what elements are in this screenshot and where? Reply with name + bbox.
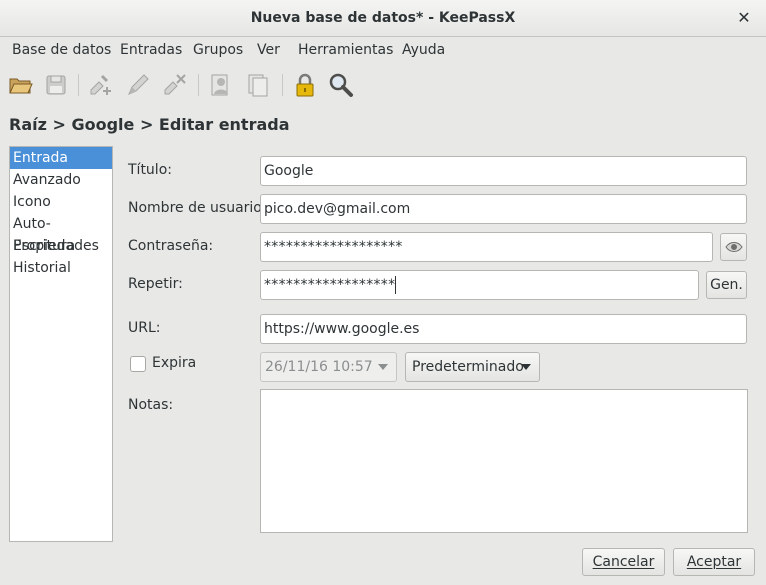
- edit-entry-icon[interactable]: [126, 72, 152, 98]
- menu-ayuda[interactable]: Ayuda: [402, 42, 445, 58]
- cancel-button[interactable]: Cancelar: [582, 548, 665, 576]
- title-label: Título:: [128, 162, 172, 178]
- sidebar-item-historial[interactable]: Historial: [10, 257, 112, 279]
- add-entry-icon[interactable]: [88, 72, 114, 98]
- expiry-preset-label: Predeterminado: [412, 359, 524, 375]
- toolbar-separator: [78, 74, 79, 96]
- menu-herramientas[interactable]: Herramientas: [298, 42, 393, 58]
- chevron-down-icon: [521, 364, 531, 370]
- eye-icon: [724, 242, 743, 252]
- open-folder-icon[interactable]: [8, 72, 34, 98]
- toggle-password-button[interactable]: [720, 233, 747, 261]
- accept-button[interactable]: Aceptar: [673, 548, 755, 576]
- window-title: Nueva base de datos* - KeePassX: [250, 10, 516, 26]
- expires-label: Expira: [152, 355, 197, 371]
- expiry-date-value: 26/11/16 10:57: [265, 359, 373, 375]
- sidebar-item-propiedades[interactable]: Propiedades: [10, 235, 112, 257]
- url-field[interactable]: https://www.google.es: [260, 314, 747, 344]
- title-bar: Nueva base de datos* - KeePassX ✕: [0, 0, 766, 37]
- sidebar-item-avanzado[interactable]: Avanzado: [10, 169, 112, 191]
- menu-entradas[interactable]: Entradas: [120, 42, 182, 58]
- chevron-down-icon: [378, 364, 388, 370]
- repeat-label: Repetir:: [128, 276, 183, 292]
- repeat-password-value: ******************: [264, 277, 396, 293]
- category-list: Entrada Avanzado Icono Auto-Escritura Pr…: [9, 146, 113, 542]
- notes-textarea[interactable]: [260, 389, 748, 533]
- text-caret: [395, 276, 397, 294]
- toolbar-separator: [198, 74, 199, 96]
- sidebar-item-auto-escritura[interactable]: Auto-Escritura: [10, 213, 112, 254]
- repeat-password-field[interactable]: ******************: [260, 270, 699, 300]
- lock-icon[interactable]: [292, 72, 318, 98]
- username-label: Nombre de usuario:: [128, 200, 267, 216]
- menu-base-de-datos[interactable]: Base de datos: [12, 42, 111, 58]
- sidebar-item-entrada[interactable]: Entrada: [10, 147, 112, 169]
- username-field[interactable]: pico.dev@gmail.com: [260, 194, 747, 224]
- cancel-button-label: Cancelar: [592, 554, 655, 570]
- search-icon[interactable]: [328, 72, 354, 98]
- toolbar-separator: [282, 74, 283, 96]
- password-label: Contraseña:: [128, 238, 214, 254]
- delete-entry-icon[interactable]: [162, 72, 188, 98]
- copy-password-icon[interactable]: [245, 72, 271, 98]
- accept-button-label: Aceptar: [686, 554, 742, 570]
- close-icon[interactable]: ✕: [734, 8, 754, 28]
- save-disk-icon[interactable]: [43, 72, 69, 98]
- menu-bar: Base de datos Entradas Grupos Ver Herram…: [0, 37, 766, 65]
- toolbar: [0, 66, 766, 104]
- sidebar-item-icono[interactable]: Icono: [10, 191, 112, 213]
- expires-checkbox[interactable]: [130, 356, 146, 372]
- copy-username-icon[interactable]: [208, 72, 234, 98]
- expiry-date-field: 26/11/16 10:57: [260, 352, 397, 382]
- menu-grupos[interactable]: Grupos: [193, 42, 243, 58]
- menu-ver[interactable]: Ver: [257, 42, 280, 58]
- expiry-preset-dropdown[interactable]: Predeterminado: [405, 352, 540, 382]
- password-field[interactable]: *******************: [260, 232, 713, 262]
- title-field[interactable]: Google: [260, 156, 747, 186]
- generate-password-button[interactable]: Gen.: [706, 271, 747, 299]
- url-label: URL:: [128, 320, 161, 336]
- notes-label: Notas:: [128, 397, 174, 413]
- breadcrumb: Raíz > Google > Editar entrada: [9, 115, 290, 134]
